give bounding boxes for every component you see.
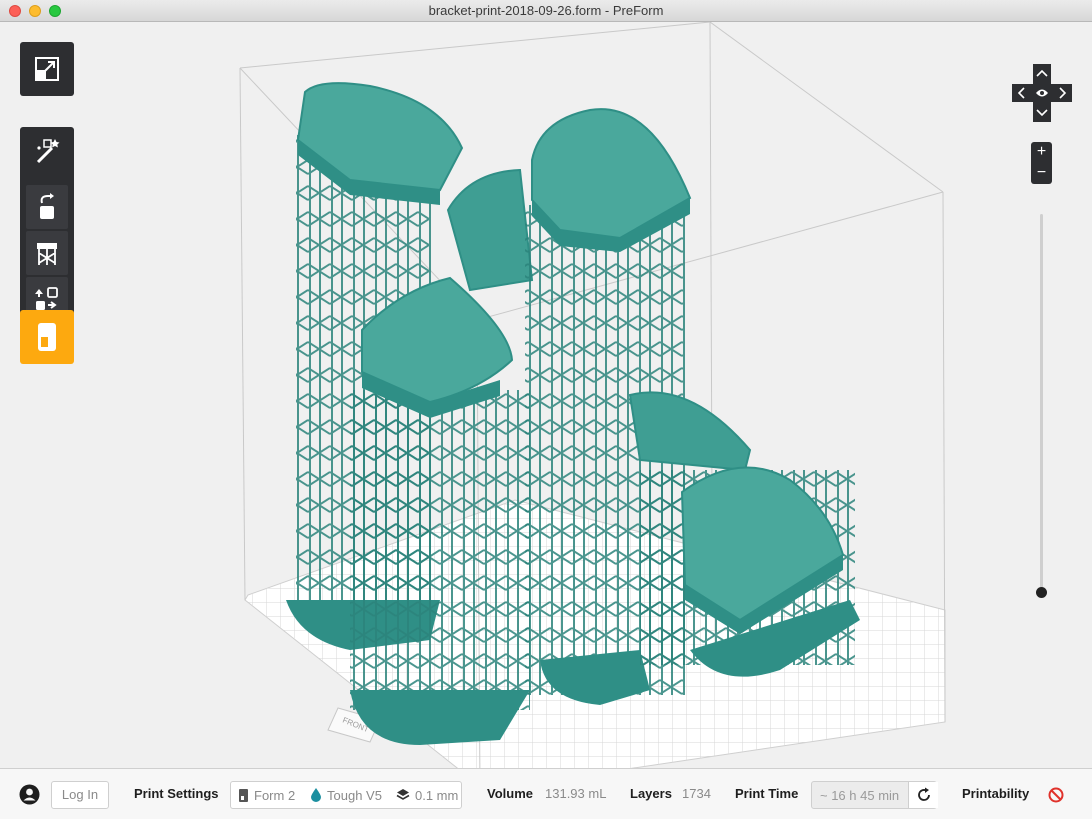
printer-small-icon	[239, 789, 248, 802]
job-info-tool-button[interactable]	[20, 310, 74, 364]
layer-slider-track[interactable]	[1040, 214, 1043, 592]
resin-drop-icon	[311, 788, 321, 802]
window-title: bracket-print-2018-09-26.form - PreForm	[428, 3, 664, 18]
printability-label: Printability	[962, 786, 1030, 801]
zoom-in-button[interactable]: +	[1031, 142, 1052, 163]
build-volume-scene: FRONT	[239, 22, 946, 768]
print-models[interactable]	[286, 82, 860, 745]
supports-tool-button[interactable]	[26, 231, 68, 275]
supports-icon	[37, 243, 57, 265]
volume-label: Volume	[487, 786, 533, 801]
layer-height: 0.1 mm	[415, 788, 459, 803]
3d-viewport[interactable]: FRONT + −	[0, 22, 1092, 768]
zoom-out-button[interactable]: −	[1031, 163, 1052, 184]
print-time-value: ~ 16 h 45 min	[820, 788, 900, 803]
login-button[interactable]: Log In	[51, 781, 109, 809]
printer-model: Form 2	[254, 788, 296, 803]
bottom-status-bar: Log In Print Settings Form 2 Tough V5 0.…	[0, 768, 1092, 819]
view-navigation-pad[interactable]	[1012, 64, 1072, 122]
printer-icon	[38, 323, 56, 351]
material-name: Tough V5	[327, 788, 382, 803]
volume-value: 131.93 mL	[545, 786, 607, 801]
layers-label: Layers	[630, 786, 672, 801]
print-settings-label: Print Settings	[134, 786, 219, 801]
refresh-time-button[interactable]	[908, 782, 938, 808]
not-printable-icon[interactable]	[1048, 787, 1064, 803]
layer-slider-handle[interactable]	[1036, 587, 1047, 598]
scale-icon	[35, 57, 59, 81]
layers-value: 1734	[682, 786, 711, 801]
magic-wand-icon	[36, 139, 60, 164]
rotate-icon	[40, 193, 54, 219]
zoom-controls: + −	[1031, 142, 1052, 184]
scale-tool-button[interactable]	[20, 42, 74, 96]
refresh-icon	[917, 787, 930, 801]
print-time-label: Print Time	[735, 786, 799, 801]
one-click-print-button[interactable]	[26, 129, 68, 173]
account-icon[interactable]	[19, 784, 40, 805]
print-settings-selector[interactable]: Form 2 Tough V5 0.1 mm	[230, 781, 462, 809]
layers-icon	[396, 789, 410, 800]
tool-group	[20, 127, 74, 322]
orient-tool-button[interactable]	[26, 185, 68, 229]
print-time-field: ~ 16 h 45 min	[811, 781, 938, 809]
layout-icon	[35, 287, 58, 310]
title-bar: bracket-print-2018-09-26.form - PreForm	[0, 0, 1092, 22]
